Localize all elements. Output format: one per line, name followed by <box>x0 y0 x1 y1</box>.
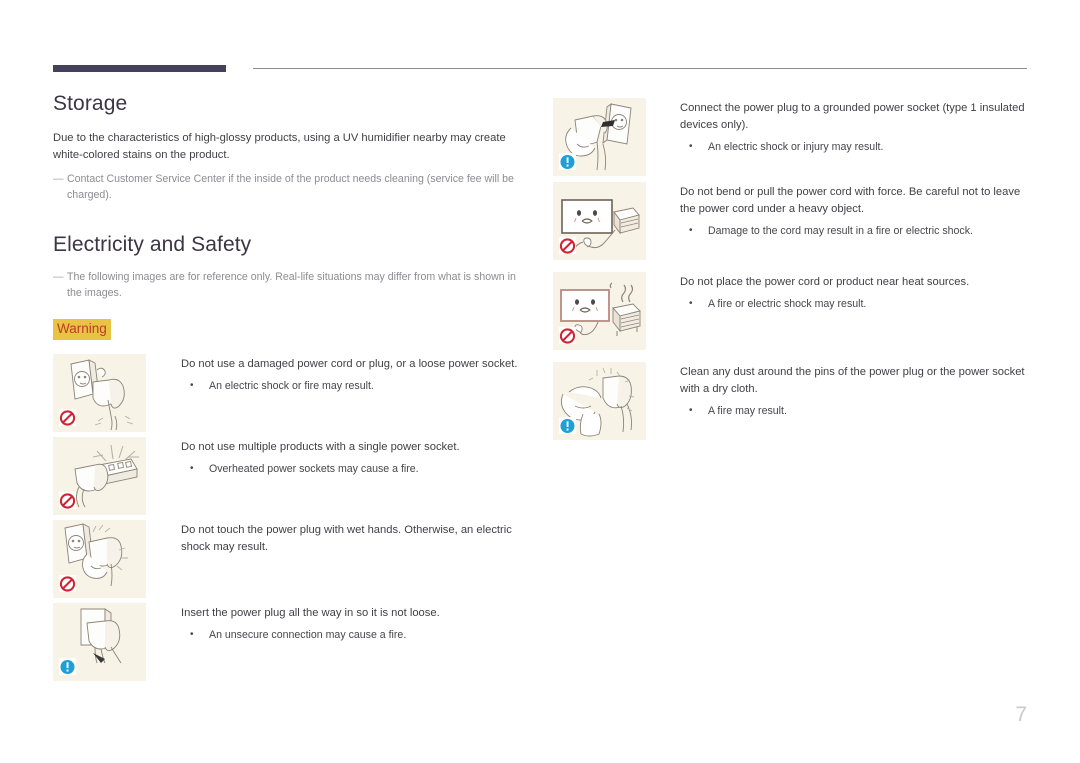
storage-note: — Contact Customer Service Center if the… <box>53 171 533 203</box>
document-page: Storage Due to the characteristics of hi… <box>0 0 1080 763</box>
safety-item-bullet: • Overheated power sockets may cause a f… <box>181 461 533 477</box>
page-title-electricity: Electricity and Safety <box>53 233 252 256</box>
bullet-dot-icon: • <box>689 225 693 236</box>
safety-item-bullet: • Damage to the cord may result in a fir… <box>680 223 1027 239</box>
safety-item: Do not touch the power plug with wet han… <box>53 520 533 598</box>
electricity-note-text: The following images are for reference o… <box>67 271 516 299</box>
safety-item-lead: Do not use multiple products with a sing… <box>181 441 460 453</box>
safety-item-text: Do not place the power cord or product n… <box>680 272 1027 312</box>
insert-plug-fully-illustration <box>53 603 146 681</box>
warning-badge-wrapper: Warning <box>53 319 533 340</box>
header-divider-line <box>253 68 1027 69</box>
safety-item-lead: Clean any dust around the pins of the po… <box>680 366 1025 395</box>
bullet-dot-icon: • <box>689 298 693 309</box>
safety-item: Do not use a damaged power cord or plug,… <box>53 354 533 432</box>
info-icon <box>559 153 576 170</box>
safety-item: Do not place the power cord or product n… <box>553 272 1027 350</box>
safety-item-lead: Do not touch the power plug with wet han… <box>181 524 512 553</box>
bullet-dot-icon: • <box>190 629 194 640</box>
prohibition-icon <box>59 409 76 426</box>
prohibition-icon <box>59 492 76 509</box>
info-icon <box>59 658 76 675</box>
page-number: 7 <box>1015 703 1027 726</box>
prohibition-icon <box>559 327 576 344</box>
storage-note-text: Contact Customer Service Center if the i… <box>67 173 514 201</box>
safety-item: Do not use multiple products with a sing… <box>53 437 533 515</box>
note-dash-icon: — <box>53 271 64 283</box>
wet-hands-plug-illustration <box>53 520 146 598</box>
grounded-socket-illustration <box>553 98 646 176</box>
note-dash-icon: — <box>53 173 64 185</box>
safety-item: Insert the power plug all the way in so … <box>53 603 533 681</box>
storage-body-text: Due to the characteristics of high-gloss… <box>53 132 506 161</box>
prohibition-icon <box>59 575 76 592</box>
safety-item-bullet-text: A fire may result. <box>708 405 787 417</box>
warning-badge: Warning <box>53 319 111 340</box>
safety-item-text: Connect the power plug to a grounded pow… <box>680 98 1027 155</box>
safety-item-bullet-text: Overheated power sockets may cause a fir… <box>209 463 419 475</box>
safety-item-text: Insert the power plug all the way in so … <box>181 603 533 643</box>
multiple-products-power-strip-illustration <box>53 437 146 515</box>
bullet-dot-icon: • <box>190 463 194 474</box>
safety-item-lead: Insert the power plug all the way in so … <box>181 607 440 619</box>
safety-item-bullet: • A fire or electric shock may result. <box>680 296 1027 312</box>
safety-item-bullet-text: An electric shock or injury may result. <box>708 141 884 153</box>
safety-item-lead: Do not use a damaged power cord or plug,… <box>181 358 518 370</box>
header-accent-bar <box>53 65 226 72</box>
right-column: Connect the power plug to a grounded pow… <box>553 98 1027 440</box>
bullet-dot-icon: • <box>689 405 693 416</box>
safety-item-lead: Do not place the power cord or product n… <box>680 276 970 288</box>
bullet-dot-icon: • <box>689 141 693 152</box>
safety-item-bullet-text: A fire or electric shock may result. <box>708 298 867 310</box>
damaged-power-plug-illustration <box>53 354 146 432</box>
safety-item-bullet: • An unsecure connection may cause a fir… <box>181 627 533 643</box>
safety-item-bullet-text: An unsecure connection may cause a fire. <box>209 629 407 641</box>
safety-item: Clean any dust around the pins of the po… <box>553 362 1027 440</box>
safety-item-text: Do not use a damaged power cord or plug,… <box>181 354 533 394</box>
clean-dust-from-plug-illustration <box>553 362 646 440</box>
safety-item-bullet: • An electric shock or injury may result… <box>680 139 1027 155</box>
safety-item-bullet: • A fire may result. <box>680 403 1027 419</box>
left-column: Storage Due to the characteristics of hi… <box>53 92 533 681</box>
safety-item: Do not bend or pull the power cord with … <box>553 182 1027 260</box>
safety-item: Connect the power plug to a grounded pow… <box>553 98 1027 176</box>
bullet-dot-icon: • <box>190 380 194 391</box>
safety-item-lead: Do not bend or pull the power cord with … <box>680 186 1021 215</box>
info-icon <box>559 417 576 434</box>
prohibition-icon <box>559 237 576 254</box>
page-title-storage: Storage <box>53 92 128 115</box>
cord-near-heat-source-illustration <box>553 272 646 350</box>
safety-item-bullet: • An electric shock or fire may result. <box>181 378 533 394</box>
safety-item-text: Do not use multiple products with a sing… <box>181 437 533 477</box>
electricity-note: — The following images are for reference… <box>53 269 533 301</box>
safety-item-text: Do not touch the power plug with wet han… <box>181 520 533 556</box>
safety-item-lead: Connect the power plug to a grounded pow… <box>680 102 1025 131</box>
safety-item-bullet-text: An electric shock or fire may result. <box>209 380 374 392</box>
safety-item-bullet-text: Damage to the cord may result in a fire … <box>708 225 973 237</box>
safety-item-text: Clean any dust around the pins of the po… <box>680 362 1027 419</box>
bend-pull-cord-heavy-object-illustration <box>553 182 646 260</box>
safety-item-text: Do not bend or pull the power cord with … <box>680 182 1027 239</box>
